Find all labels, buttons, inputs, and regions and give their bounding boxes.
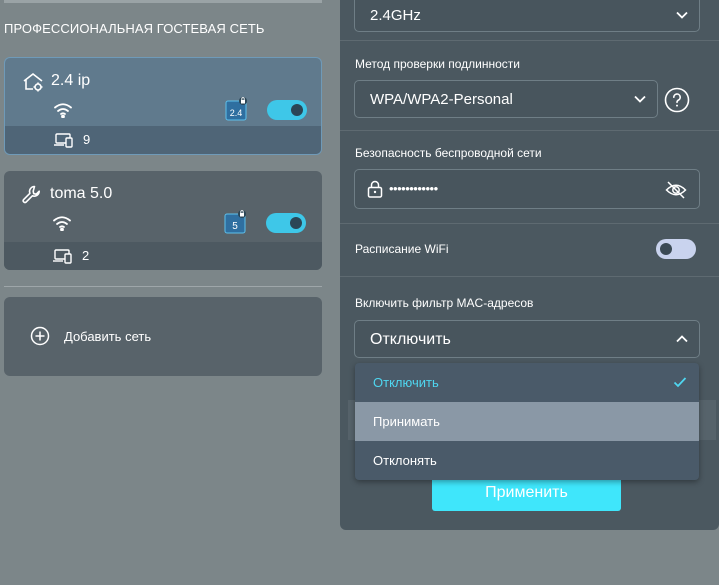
network-card-main[interactable]: toma 5.0 5 xyxy=(4,171,322,241)
separator xyxy=(340,276,719,277)
mac-filter-label: Включить фильтр MAC-адресов xyxy=(355,296,534,310)
eye-off-icon[interactable] xyxy=(665,180,687,200)
auth-method-label: Метод проверки подлинности xyxy=(355,57,520,71)
mac-filter-dropdown: Отключить Принимать Отклонять xyxy=(355,363,699,480)
password-value: •••••••••••• xyxy=(389,181,438,196)
network-card-toma-5-0[interactable]: toma 5.0 5 2 xyxy=(4,171,322,270)
network-name: toma 5.0 xyxy=(50,185,113,202)
top-stub xyxy=(4,0,322,3)
separator xyxy=(340,223,719,224)
band-select-value: 2.4GHz xyxy=(370,7,421,24)
help-icon[interactable] xyxy=(664,87,690,113)
wifi-icon xyxy=(54,103,72,118)
wifi-schedule-toggle[interactable] xyxy=(656,239,696,259)
devices-count: 9 xyxy=(83,132,91,147)
dropdown-option-reject[interactable]: Отклонять xyxy=(355,441,699,480)
band-select[interactable]: 2.4GHz xyxy=(354,0,700,32)
wifi-schedule-label: Расписание WiFi xyxy=(355,242,449,256)
mac-filter-value: Отключить xyxy=(370,331,451,348)
dropdown-option-disable[interactable]: Отключить xyxy=(355,363,699,402)
lock-icon xyxy=(367,180,383,198)
auth-method-select[interactable]: WPA/WPA2-Personal xyxy=(354,80,658,118)
band-5-badge-icon: 5 xyxy=(224,210,246,234)
network-settings-icon xyxy=(23,72,43,92)
add-network-button[interactable]: Добавить сеть xyxy=(4,297,322,376)
band-2-4-badge-icon: 2.4 xyxy=(225,97,247,121)
network-card-2-4-ip[interactable]: 2.4 ip 2.4 9 xyxy=(4,57,322,155)
section-title: ПРОФЕССИОНАЛЬНАЯ ГОСТЕВАЯ СЕТЬ xyxy=(4,21,265,36)
dropdown-option-accept[interactable]: Принимать xyxy=(355,402,699,441)
mac-filter-select[interactable]: Отключить xyxy=(354,320,700,358)
network-enable-toggle[interactable] xyxy=(266,213,306,233)
separator xyxy=(340,130,719,131)
band-label: 2.4 xyxy=(230,108,243,118)
add-network-label: Добавить сеть xyxy=(64,329,152,344)
option-label: Отклонять xyxy=(373,453,437,468)
password-field[interactable]: •••••••••••• xyxy=(354,169,700,209)
devices-icon xyxy=(53,249,72,264)
check-icon xyxy=(673,377,687,388)
network-name: 2.4 ip xyxy=(51,72,91,89)
chevron-down-icon xyxy=(676,11,688,19)
separator xyxy=(340,40,719,41)
option-label: Принимать xyxy=(373,414,440,429)
option-label: Отключить xyxy=(373,375,439,390)
chevron-up-icon xyxy=(676,335,688,343)
plus-circle-icon xyxy=(30,326,50,346)
chevron-down-icon xyxy=(634,95,646,103)
wrench-icon xyxy=(22,185,40,204)
network-card-main[interactable]: 2.4 ip 2.4 xyxy=(5,58,321,128)
wifi-icon xyxy=(53,216,71,231)
network-card-footer: 9 xyxy=(5,126,321,154)
divider xyxy=(4,286,322,287)
network-enable-toggle[interactable] xyxy=(267,100,307,120)
devices-icon xyxy=(54,133,73,148)
band-label: 5 xyxy=(232,221,238,232)
auth-method-value: WPA/WPA2-Personal xyxy=(370,91,513,108)
wireless-security-label: Безопасность беспроводной сети xyxy=(355,146,542,160)
network-card-footer: 2 xyxy=(4,242,322,270)
devices-count: 2 xyxy=(82,248,90,263)
